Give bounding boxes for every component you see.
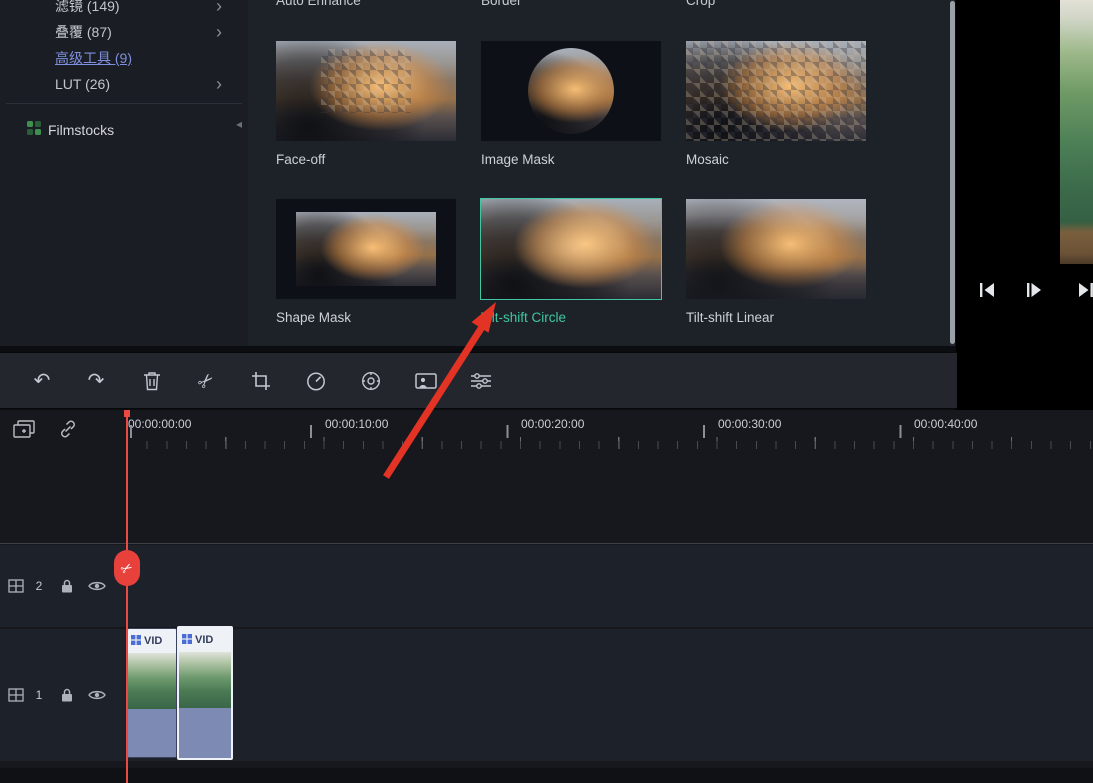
ruler-minor-ticks [127, 441, 1093, 449]
timeline-clip-1[interactable]: VID [127, 628, 177, 758]
effect-label-border[interactable]: Border [481, 0, 522, 8]
effect-item-tilt-shift-circle[interactable]: Tilt-shift Circle [481, 199, 661, 325]
effect-label: Tilt-shift Circle [481, 310, 661, 325]
delete-button[interactable] [134, 363, 170, 399]
playhead[interactable] [126, 410, 128, 783]
filmstocks-logo-icon [27, 121, 41, 138]
track-separator [0, 543, 1093, 544]
effect-label: Shape Mask [276, 310, 456, 325]
circle-mask-preview [528, 48, 614, 134]
effect-thumbnail [276, 41, 456, 141]
chevron-right-icon[interactable]: › [216, 0, 222, 18]
timeline-scrollbar-area[interactable] [0, 768, 1093, 783]
undo-button[interactable]: ↶ [24, 363, 60, 399]
color-correction-button[interactable] [353, 363, 389, 399]
sidebar-item-filters[interactable]: 滤镜 (149) › [0, 0, 248, 19]
adjust-button[interactable] [463, 363, 499, 399]
effect-label-crop[interactable]: Crop [686, 0, 715, 8]
effect-label: Mosaic [686, 152, 866, 167]
effect-label-auto-enhance[interactable]: Auto Enhance [276, 0, 361, 8]
clip-thumbnail [179, 652, 231, 708]
clip-thumbnail [128, 653, 176, 709]
effect-item-tilt-shift-linear[interactable]: Tilt-shift Linear [686, 199, 866, 325]
clip-header: VID [179, 628, 231, 652]
video-clip-icon [182, 631, 192, 649]
effects-scrollbar[interactable] [950, 0, 955, 346]
effect-label: Face-off [276, 152, 456, 167]
link-clips-button[interactable] [56, 419, 80, 441]
effects-grid-panel: Auto Enhance Border Crop Face-off Image … [248, 0, 950, 346]
previous-frame-button[interactable] [973, 276, 1001, 304]
speed-button[interactable] [298, 363, 334, 399]
scissors-icon: ✂ [118, 558, 137, 579]
clip-body [128, 709, 176, 757]
effect-thumbnail [276, 199, 456, 299]
track-1-header: 1 [0, 629, 127, 761]
playhead-cut-badge[interactable]: ✂ [114, 550, 140, 586]
video-clip-icon [131, 632, 141, 650]
chevron-right-icon[interactable]: › [216, 20, 222, 44]
track-number: 2 [32, 579, 46, 593]
chevron-right-icon[interactable]: › [216, 72, 222, 96]
sidebar-divider [6, 103, 242, 104]
effect-label: Tilt-shift Linear [686, 310, 866, 325]
scissors-icon: ✂ [189, 364, 224, 399]
sidebar-item-label: 滤镜 (149) [55, 0, 120, 16]
timeline-tracks-area[interactable]: 2 1 VID [0, 450, 1093, 783]
clip-body [179, 708, 231, 758]
lock-track-icon[interactable] [60, 687, 74, 703]
toggle-track-visibility-icon[interactable] [88, 689, 106, 701]
track-options-icon[interactable] [8, 688, 24, 702]
effect-label: Image Mask [481, 152, 661, 167]
sidebar-item-overlays[interactable]: 叠覆 (87) › [0, 19, 248, 45]
green-screen-button[interactable] [408, 363, 444, 399]
effect-item-face-off[interactable]: Face-off [276, 41, 456, 167]
effect-thumbnail [481, 41, 661, 141]
next-frame-button[interactable] [1072, 276, 1093, 304]
filmstocks-link[interactable]: Filmstocks [0, 121, 248, 138]
sidebar-item-advanced-tools[interactable]: 高级工具 (9) [0, 45, 248, 71]
effect-thumbnail [686, 199, 866, 299]
preview-video-frame [1060, 0, 1093, 264]
redo-button[interactable]: ↷ [78, 363, 114, 399]
effect-thumbnail [686, 41, 866, 141]
clip-label: VID [144, 635, 162, 647]
effect-item-image-mask[interactable]: Image Mask [481, 41, 661, 167]
track-options-icon[interactable] [8, 579, 24, 593]
effect-item-mosaic[interactable]: Mosaic [686, 41, 866, 167]
clip-header: VID [128, 629, 176, 653]
timeline-clip-2-selected[interactable]: VID [177, 626, 233, 760]
timeline-toolbar: ↶ ↷ ✂ [0, 352, 957, 409]
clip-label: VID [195, 634, 213, 646]
timeline-ruler[interactable]: 00:00:00:00 00:00:10:00 00:00:20:00 00:0… [0, 410, 1093, 450]
sidebar-collapse-handle[interactable]: ◂ [236, 117, 242, 131]
lock-track-icon[interactable] [60, 578, 74, 594]
sidebar-item-label: 高级工具 (9) [55, 48, 132, 68]
crop-button[interactable] [243, 363, 279, 399]
playback-controls [956, 274, 1093, 306]
scrollbar-thumb[interactable] [950, 1, 955, 344]
effect-item-shape-mask[interactable]: Shape Mask [276, 199, 456, 325]
filmstocks-label: Filmstocks [48, 122, 114, 138]
sidebar-item-lut[interactable]: LUT (26) › [0, 71, 248, 97]
effect-thumbnail-selected [481, 199, 661, 299]
manage-tracks-button[interactable] [12, 419, 36, 441]
split-button[interactable]: ✂ [189, 363, 225, 399]
track-2-header: 2 [0, 545, 127, 627]
track-2[interactable]: 2 [0, 545, 1093, 627]
preview-panel [956, 0, 1093, 410]
category-sidebar: 滤镜 (149) › 叠覆 (87) › 高级工具 (9) LUT (26) ›… [0, 0, 248, 346]
track-number: 1 [32, 688, 46, 702]
sidebar-item-label: LUT (26) [55, 76, 110, 92]
sidebar-item-label: 叠覆 (87) [55, 22, 112, 42]
toggle-track-visibility-icon[interactable] [88, 580, 106, 592]
play-button[interactable] [1020, 276, 1048, 304]
rect-mask-preview [296, 212, 436, 286]
